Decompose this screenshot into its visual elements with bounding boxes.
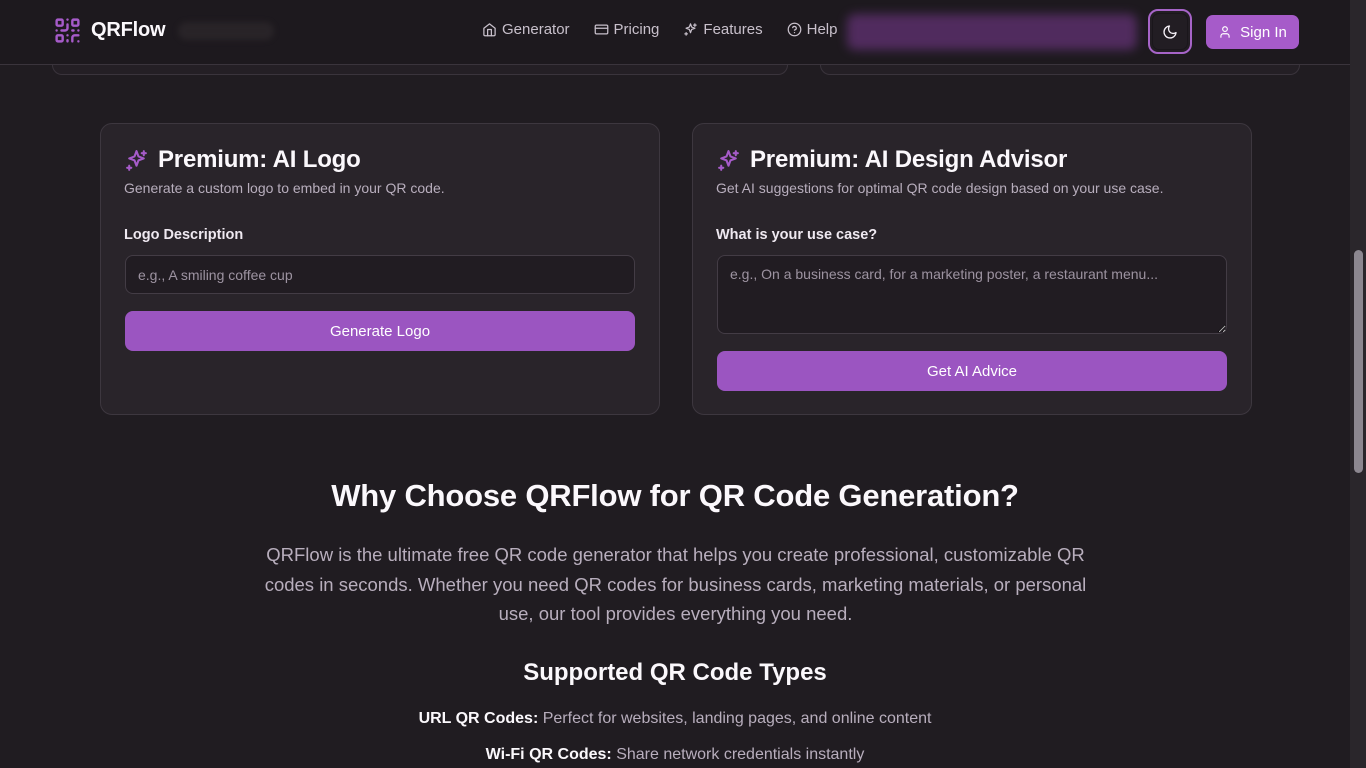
why-choose-body: QRFlow is the ultimate free QR code gene… bbox=[264, 544, 1087, 624]
ai-logo-title-text: Premium: AI Logo bbox=[158, 146, 361, 173]
sparkles-icon bbox=[718, 149, 739, 171]
nav-help-label: Help bbox=[806, 21, 838, 38]
nav-generator-label: Generator bbox=[502, 21, 570, 38]
ai-design-advisor-card: Premium: AI Design Advisor Get AI sugges… bbox=[692, 123, 1252, 415]
logo-description-input[interactable] bbox=[125, 255, 635, 294]
supported-types-heading: Supported QR Code Types bbox=[523, 659, 827, 686]
credit-card-icon bbox=[594, 24, 608, 35]
brand-logo-link[interactable]: QRFlow bbox=[53, 16, 166, 45]
ai-advisor-title-text: Premium: AI Design Advisor bbox=[750, 146, 1068, 173]
moon-icon bbox=[1163, 24, 1177, 39]
home-icon bbox=[483, 23, 496, 37]
sign-in-label: Sign In bbox=[1240, 23, 1287, 41]
nav-generator[interactable]: Generator bbox=[482, 21, 570, 38]
nav-features-label: Features bbox=[703, 21, 763, 38]
logo-description-label: Logo Description bbox=[124, 227, 244, 243]
scrollbar-thumb[interactable] bbox=[1354, 250, 1363, 473]
list-item: Wi-Fi QR Codes: Share network credential… bbox=[0, 746, 1350, 764]
ai-advisor-title: Premium: AI Design Advisor bbox=[716, 146, 1067, 174]
ai-advisor-description: Get AI suggestions for optimal QR code d… bbox=[716, 180, 1164, 196]
type-description: Share network credentials instantly bbox=[616, 746, 865, 763]
qr-code-icon bbox=[55, 18, 80, 43]
sign-in-button[interactable]: Sign In bbox=[1206, 15, 1299, 49]
use-case-label: What is your use case? bbox=[716, 227, 878, 243]
sparkles-icon bbox=[684, 23, 698, 36]
type-description: Perfect for websites, landing pages, and… bbox=[542, 710, 932, 727]
type-name: Wi-Fi QR Codes: bbox=[485, 746, 612, 763]
nav-help[interactable]: Help bbox=[787, 21, 838, 38]
sparkles-icon bbox=[126, 149, 147, 171]
generate-logo-button[interactable]: Generate Logo bbox=[125, 311, 635, 351]
main-nav: Generator Pricing Features Help bbox=[482, 21, 837, 38]
use-case-textarea[interactable] bbox=[717, 255, 1227, 334]
nav-features[interactable]: Features bbox=[683, 21, 763, 38]
nav-pricing-label: Pricing bbox=[613, 21, 660, 38]
blurred-overlay bbox=[178, 22, 274, 40]
get-ai-advice-button[interactable]: Get AI Advice bbox=[717, 351, 1227, 391]
ai-logo-card: Premium: AI Logo Generate a custom logo … bbox=[100, 123, 660, 415]
why-choose-heading: Why Choose QRFlow for QR Code Generation… bbox=[331, 478, 1019, 513]
nav-pricing[interactable]: Pricing bbox=[594, 21, 660, 38]
user-icon bbox=[1220, 26, 1230, 38]
blurred-banner bbox=[847, 14, 1137, 50]
theme-toggle-button[interactable] bbox=[1148, 9, 1192, 54]
ai-logo-description: Generate a custom logo to embed in your … bbox=[124, 180, 445, 196]
list-item: URL QR Codes: Perfect for websites, land… bbox=[0, 710, 1350, 728]
top-navigation-bar: QRFlow Generator Pricing Features Help S… bbox=[0, 0, 1350, 65]
help-circle-icon bbox=[787, 22, 801, 37]
ai-logo-title: Premium: AI Logo bbox=[124, 146, 361, 174]
type-name: URL QR Codes: bbox=[418, 710, 539, 727]
brand-name: QRFlow bbox=[91, 19, 166, 41]
